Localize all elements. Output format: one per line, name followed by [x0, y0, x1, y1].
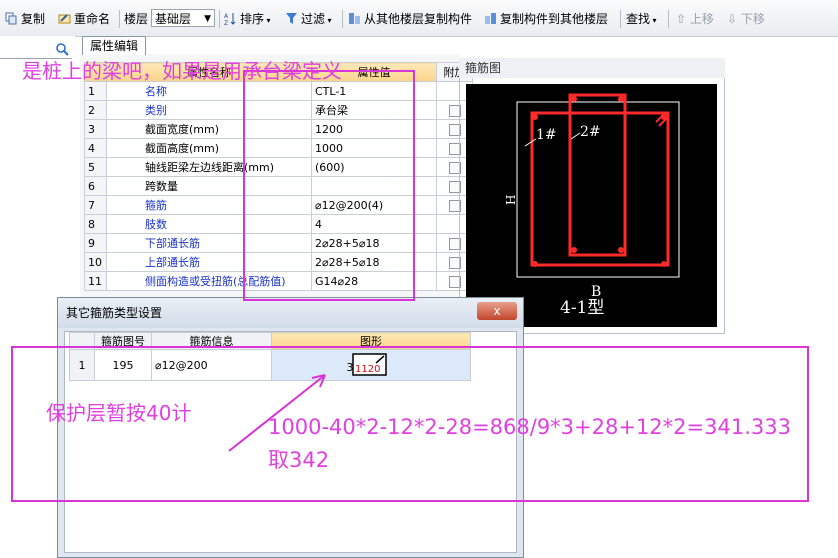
move-up-button[interactable]: ⇧ 上移 — [676, 11, 714, 27]
sort-button[interactable]: A Z 排序 ▾ — [224, 11, 271, 27]
filter-button[interactable]: 过滤 ▾ — [285, 11, 332, 27]
row-number: 1 — [84, 81, 107, 101]
row-number: 6 — [84, 176, 107, 196]
stirrup-panel-title: 箍筋图 — [459, 58, 725, 78]
filter-icon — [285, 12, 298, 25]
sort-icon: AZ — [224, 12, 237, 27]
svg-text:Z: Z — [224, 20, 228, 25]
stirrup-label-2: 2# — [580, 124, 601, 140]
row-number: 2 — [84, 100, 107, 120]
find-button[interactable]: 查找 ▾ — [626, 11, 657, 27]
row-number: 4 — [84, 138, 107, 158]
top-annotation: 是桩上的梁吧，如果是用承台梁定义 — [22, 59, 342, 83]
row-number: 3 — [84, 119, 107, 139]
row-number: 9 — [84, 233, 107, 253]
floor-copy-icon — [348, 12, 361, 25]
copy-from-other-floor-button[interactable]: 从其他楼层复制构件 — [348, 11, 472, 27]
rename-button[interactable]: 重命名 — [58, 11, 110, 27]
stirrup-diagram: 1# 2# H B 4-1型 — [504, 93, 680, 318]
tab-attribute-edit[interactable]: 属性编辑 — [82, 36, 146, 55]
stirrup-type-label: 4-1型 — [560, 298, 604, 318]
toolbar: 复制 重命名 楼层 基础层 ▼ A Z 排序 ▾ 过滤 ▾ 从其他楼层复制构件 复制… — [0, 0, 838, 37]
dialog-title: 其它箍筋类型设置 — [58, 298, 523, 328]
copy-to-other-floor-button[interactable]: 复制构件到其他楼层 — [484, 11, 608, 27]
floor-label: 楼层 — [124, 12, 149, 26]
arrow-up-icon: ⇧ — [676, 12, 690, 26]
annotation-arrow — [228, 374, 326, 452]
arrow-down-icon: ⇩ — [727, 12, 741, 26]
floor-select[interactable]: 基础层 ▼ — [151, 9, 215, 27]
cover-annotation: 保护层暂按40计 — [46, 401, 192, 425]
row-number: 5 — [84, 157, 107, 177]
chevron-down-icon: ▼ — [204, 14, 211, 24]
annotation-highlight-box — [243, 70, 415, 301]
row-number: 10 — [84, 252, 107, 272]
row-number: 11 — [84, 271, 107, 291]
copy-icon — [5, 12, 18, 25]
row-number: 8 — [84, 214, 107, 234]
stirrup-label-1: 1# — [536, 127, 557, 143]
rename-icon — [58, 12, 71, 25]
move-down-button[interactable]: ⇩ 下移 — [727, 11, 765, 27]
formula-line-1: 1000-40*2-12*2-28=868/9*3+28+12*2=341.33… — [268, 415, 791, 439]
row-number: 7 — [84, 195, 107, 215]
close-button[interactable]: x — [477, 302, 517, 320]
svg-text:A: A — [224, 13, 229, 20]
stirrup-canvas: 1# 2# H B 4-1型 — [466, 84, 717, 327]
copy-button[interactable]: 复制 — [5, 11, 45, 27]
floor-copy-icon — [484, 12, 497, 25]
dimension-h-label: H — [504, 195, 518, 205]
